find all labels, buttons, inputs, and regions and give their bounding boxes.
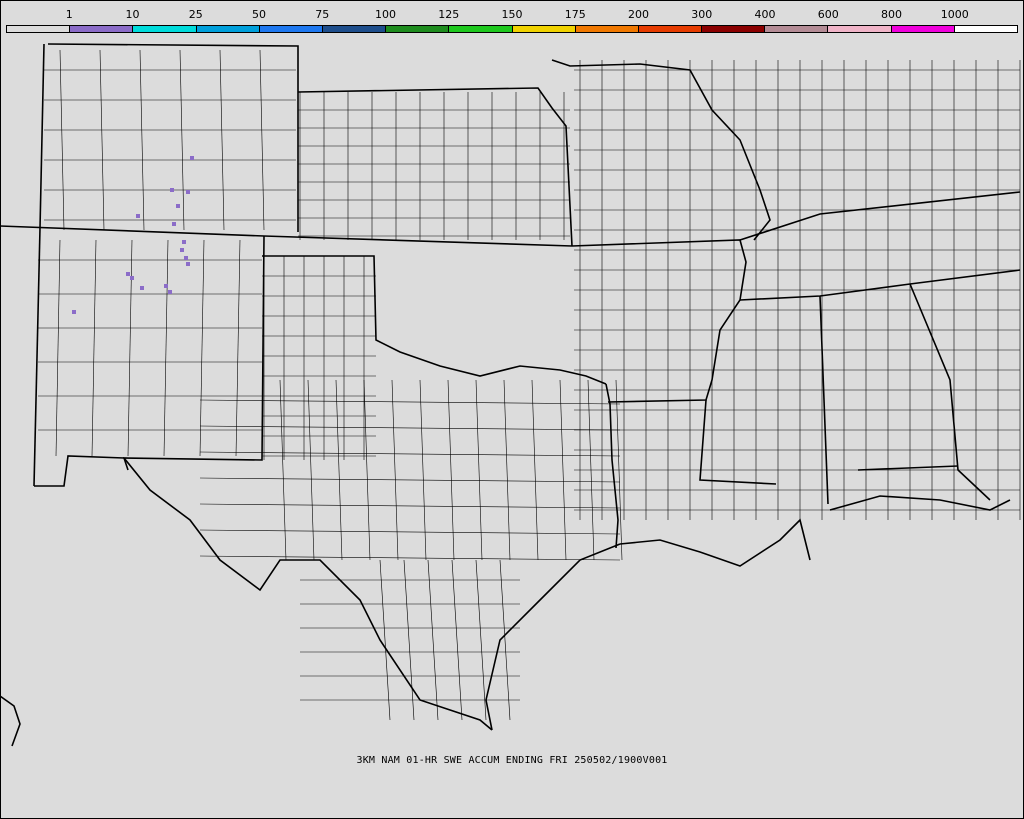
gulf-coast-east (829, 495, 1011, 511)
state-boundaries (0, 43, 1021, 747)
snow-pixel (184, 256, 188, 260)
nm-south (34, 455, 125, 487)
ms-la-line (699, 399, 777, 485)
ks-ok-line (263, 235, 573, 247)
map-caption: 3KM NAM 01-HR SWE ACCUM ENDING FRI 25050… (356, 755, 668, 766)
snow-pixel (136, 214, 140, 218)
snow-pixel (168, 290, 172, 294)
snow-pixel (170, 188, 174, 192)
snow-pixel (140, 286, 144, 290)
rio-grande (123, 457, 493, 731)
texas-panhandle (262, 255, 607, 385)
snow-pixel (172, 222, 176, 226)
west-coast-fragment (0, 695, 21, 747)
texas-coast (485, 543, 621, 731)
snow-pixel (72, 310, 76, 314)
ky-tn-line (739, 191, 1021, 241)
snow-pixel (176, 204, 180, 208)
ne-ks-line (297, 87, 573, 247)
snow-pixel (126, 272, 130, 276)
swe-map (0, 43, 1021, 747)
colorado-south (33, 227, 41, 487)
snow-accumulation (72, 156, 194, 314)
fl-panhandle (857, 465, 959, 471)
snow-pixel (130, 276, 134, 280)
county-grid (38, 49, 1021, 721)
snow-pixel (186, 262, 190, 266)
nm-east (122, 235, 265, 471)
utah-colorado-line (39, 43, 45, 229)
snow-pixel (164, 284, 168, 288)
snow-pixel (180, 248, 184, 252)
ar-la-line (605, 383, 619, 549)
tn-south (739, 269, 1021, 301)
snow-pixel (190, 156, 194, 160)
snow-pixel (186, 190, 190, 194)
snow-pixel (182, 240, 186, 244)
la-coast (619, 518, 811, 567)
ms-al-line (819, 295, 829, 505)
arkansas-border (571, 239, 747, 403)
